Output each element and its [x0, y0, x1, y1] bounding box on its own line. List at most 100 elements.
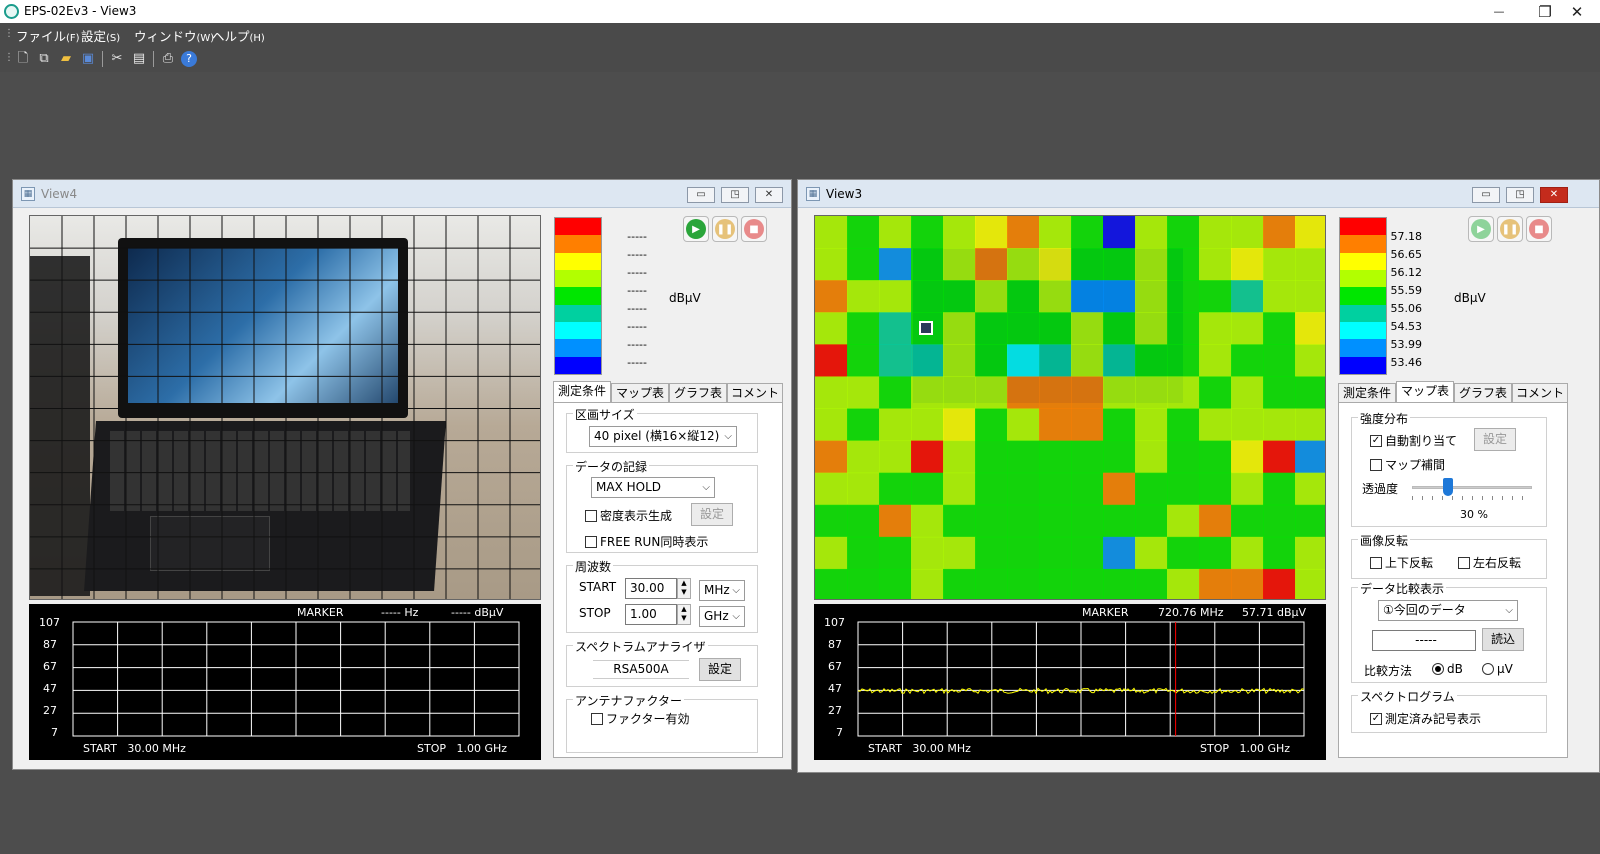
start-spin-button[interactable]: ▲ ▼	[677, 578, 691, 599]
db-radio[interactable]: dB	[1432, 662, 1463, 676]
view4-play-button[interactable]: ▶	[683, 216, 709, 242]
record-mode-select[interactable]: MAX HOLD ⌵	[591, 477, 715, 498]
graph-start: START 30.00 MHz	[868, 742, 971, 755]
heatmap-cell	[1007, 280, 1040, 313]
print-icon[interactable]: ⎙	[159, 50, 177, 68]
view4-close-button[interactable]: ✕	[755, 187, 783, 203]
heatmap-cell	[1039, 280, 1072, 313]
transparency-slider-track[interactable]	[1412, 486, 1532, 489]
heatmap-cell	[975, 376, 1008, 409]
vertical-flip-checkbox[interactable]: 上下反転	[1370, 554, 1433, 571]
stop-frequency-input[interactable]: 1.00	[625, 604, 677, 625]
menu-settings[interactable]: 設定(S)	[81, 26, 120, 45]
view3-spectrum-graph[interactable]: MARKER 720.76 MHz 57.71 dBμV 107 87 67 4…	[814, 604, 1326, 760]
freerun-checkbox[interactable]: FREE RUN同時表示	[585, 533, 708, 550]
save-icon[interactable]: ▣	[79, 50, 97, 68]
view4-camera-image[interactable]	[29, 215, 541, 600]
antenna-group: アンテナファクター ファクター有効	[566, 692, 758, 753]
tab-measurement[interactable]: 測定条件	[553, 381, 611, 403]
data-record-label: データの記録	[573, 458, 650, 475]
heatmap-cell	[1135, 280, 1168, 313]
view4-minimize-button[interactable]: ▭	[687, 187, 715, 203]
auto-assign-checkbox[interactable]: ✓ 自動割り当て	[1370, 432, 1457, 449]
stop-label: STOP	[579, 606, 611, 620]
menu-file[interactable]: ファイル(F)	[16, 26, 80, 45]
tab-graph[interactable]: グラフ表示	[1454, 383, 1512, 418]
view3-restore-button[interactable]: ◳	[1506, 187, 1534, 203]
stop-unit-select[interactable]: GHz ⌵	[699, 606, 745, 627]
slider-ticks	[1412, 496, 1532, 500]
analyzer-settings-button[interactable]: 設定	[699, 658, 741, 681]
measured-marker-checkbox[interactable]: ✓ 測定済み記号表示	[1370, 710, 1481, 727]
tab-comment[interactable]: コメント	[1512, 383, 1568, 403]
help-icon[interactable]: ?	[181, 51, 197, 67]
compare-file-field[interactable]: -----	[1372, 630, 1476, 651]
view3-pause-button[interactable]: ❚❚	[1497, 216, 1523, 242]
color-scale-swatch	[1340, 218, 1386, 236]
view3-minimize-button[interactable]: ▭	[1472, 187, 1500, 203]
marker-label: MARKER	[1082, 606, 1129, 619]
cut-icon[interactable]: ✂	[108, 50, 126, 68]
view4-stop-button[interactable]: ■	[741, 216, 767, 242]
view3-play-button[interactable]: ▶	[1468, 216, 1494, 242]
view3-close-button[interactable]: ✕	[1540, 187, 1568, 203]
heatmap-cell	[1135, 440, 1168, 474]
heatmap-cell	[1199, 472, 1232, 506]
view4-pause-button[interactable]: ❚❚	[712, 216, 738, 242]
tab-measurement[interactable]: 測定条件	[1338, 383, 1396, 403]
heatmap-cell	[1071, 248, 1104, 281]
transparency-slider-thumb[interactable]	[1443, 478, 1453, 496]
minimize-button[interactable]: —	[1476, 0, 1522, 23]
color-scale-swatch	[555, 339, 601, 357]
tab-map[interactable]: マップ表示	[1396, 381, 1454, 416]
start-unit-select[interactable]: MHz ⌵	[699, 580, 745, 601]
uv-radio[interactable]: μV	[1482, 662, 1513, 676]
heatmap-cell	[911, 568, 944, 599]
intensity-settings-button[interactable]: 設定	[1474, 428, 1516, 451]
load-button[interactable]: 読込	[1482, 628, 1524, 651]
heatmap-cell	[847, 312, 880, 345]
heatmap-cell	[1103, 216, 1136, 249]
tab-graph[interactable]: グラフ表示	[669, 383, 727, 418]
view3-heatmap-image[interactable]	[814, 215, 1326, 600]
open-folder-icon[interactable]: ▰	[57, 50, 75, 68]
heatmap-cell	[1039, 440, 1072, 474]
stop-spin-button[interactable]: ▲ ▼	[677, 604, 691, 625]
tab-map[interactable]: マップ表示	[611, 383, 669, 418]
y-tick: 47	[43, 682, 57, 695]
copy-icon[interactable]: ⧉	[35, 50, 53, 68]
compare-data-select[interactable]: ①今回のデータ ⌵	[1378, 600, 1518, 621]
close-button[interactable]: ✕	[1554, 0, 1600, 23]
heatmap-cell	[879, 408, 912, 442]
y-tick: 7	[51, 726, 58, 739]
heatmap-cell	[1135, 248, 1168, 281]
menu-window[interactable]: ウィンドウ(W)	[134, 26, 214, 45]
horizontal-flip-checkbox[interactable]: 左右反転	[1458, 554, 1521, 571]
tab-comment[interactable]: コメント	[727, 383, 783, 403]
density-settings-button[interactable]: 設定	[691, 503, 733, 526]
legend-value: 53.99	[1390, 338, 1423, 351]
color-scale-swatch	[555, 304, 601, 322]
map-interp-checkbox[interactable]: マップ補間	[1370, 456, 1445, 473]
section-size-select[interactable]: 40 pixel (横16×縦12) ⌵	[589, 426, 737, 447]
start-frequency-input[interactable]: 30.00	[625, 578, 677, 599]
spectrogram-label: スペクトログラム	[1358, 688, 1457, 705]
factor-checkbox[interactable]: ファクター有効	[591, 710, 690, 727]
heatmap-cell	[1231, 344, 1264, 377]
new-file-icon[interactable]: 🗋	[14, 50, 32, 68]
paste-icon[interactable]: ▤	[130, 50, 148, 68]
heatmap-cell	[943, 536, 976, 570]
density-checkbox[interactable]: 密度表示生成	[585, 507, 672, 524]
heatmap-cell	[1167, 344, 1200, 377]
menu-help[interactable]: ヘルプ(H)	[212, 26, 265, 45]
view4-restore-button[interactable]: ◳	[721, 187, 749, 203]
heatmap-cell	[1231, 472, 1264, 506]
toolbar-separator	[102, 51, 103, 67]
heatmap-cell	[943, 312, 976, 345]
heatmap-cell	[1263, 440, 1296, 474]
heatmap-cell	[1135, 344, 1168, 377]
heatmap-cell	[911, 376, 944, 409]
view3-stop-button[interactable]: ■	[1526, 216, 1552, 242]
heatmap-cell	[1263, 280, 1296, 313]
view4-spectrum-graph[interactable]: MARKER ----- Hz ----- dBμV 107 87 67 47 …	[29, 604, 541, 760]
